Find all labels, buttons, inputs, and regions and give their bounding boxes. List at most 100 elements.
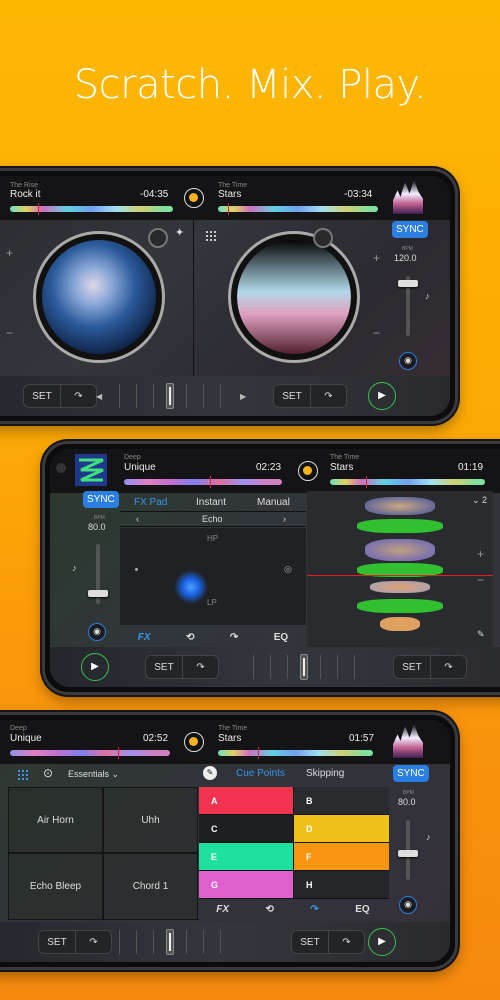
deck-left-waveform[interactable] bbox=[10, 750, 170, 756]
cue-jump-icon-left[interactable]: ↷ bbox=[182, 656, 218, 678]
set-button-right[interactable]: SET bbox=[292, 931, 328, 953]
crossfader-left-arrow[interactable]: ◀ bbox=[96, 392, 102, 401]
pitch-fader-knob[interactable] bbox=[398, 280, 418, 287]
cue-jump-icon-right[interactable]: ↷ bbox=[310, 385, 346, 407]
sample-pad[interactable]: Uhh bbox=[103, 787, 198, 853]
crossfader-right-arrow[interactable]: ▶ bbox=[240, 392, 246, 401]
center-record-button[interactable] bbox=[184, 188, 204, 208]
deck-right-waveform[interactable] bbox=[218, 206, 378, 212]
playhead bbox=[228, 203, 229, 215]
play-button[interactable]: ▶ bbox=[81, 653, 109, 681]
tonearm-right[interactable] bbox=[313, 228, 333, 248]
cue-jump-icon-right[interactable]: ↷ bbox=[328, 931, 364, 953]
pitch-fader-knob[interactable] bbox=[398, 850, 418, 857]
tab-cue-points[interactable]: Cue Points bbox=[236, 768, 285, 779]
effect-next-icon[interactable]: › bbox=[283, 514, 286, 524]
tonearm-left[interactable] bbox=[148, 228, 168, 248]
center-record-button[interactable] bbox=[184, 732, 204, 752]
tab-instant[interactable]: Instant bbox=[196, 497, 226, 508]
crossfader-knob[interactable] bbox=[300, 654, 308, 680]
jump-icon[interactable]: ↷ bbox=[230, 632, 238, 643]
playhead bbox=[258, 747, 259, 759]
keylock-icon[interactable]: ◉ bbox=[88, 623, 106, 641]
fx-touch-point[interactable] bbox=[174, 570, 208, 604]
sampler-bank-dropdown[interactable]: Essentials ⌄ bbox=[68, 769, 119, 780]
pitch-plus-right[interactable]: + bbox=[373, 251, 380, 265]
tab-manual[interactable]: Manual bbox=[257, 497, 290, 508]
edit-icon[interactable]: ✎ bbox=[477, 629, 485, 640]
cue-jump-icon-left[interactable]: ↷ bbox=[60, 385, 96, 407]
cue-pad-g[interactable]: G bbox=[199, 871, 294, 899]
sync-button[interactable]: SYNC bbox=[392, 221, 428, 238]
sync-button[interactable]: SYNC bbox=[83, 491, 119, 508]
music-note-icon[interactable]: ♪ bbox=[72, 563, 77, 573]
crossfader-knob[interactable] bbox=[166, 383, 174, 409]
zoom-level[interactable]: ⌄ 2 bbox=[472, 495, 487, 506]
set-button-left[interactable]: SET bbox=[146, 656, 182, 678]
fx-tab[interactable]: FX bbox=[138, 632, 151, 643]
scrolling-waveform[interactable]: ⌄ 2 + − ✎ bbox=[307, 491, 493, 647]
cue-set-group-left: SET ↷ bbox=[38, 930, 112, 954]
sample-pad[interactable]: Chord 1 bbox=[103, 853, 198, 920]
cue-pad-e[interactable]: E bbox=[199, 843, 294, 871]
eq-tab[interactable]: EQ bbox=[355, 904, 369, 915]
sampler-play-icon[interactable]: ⊙ bbox=[43, 766, 53, 780]
deck-right-waveform[interactable] bbox=[330, 479, 485, 485]
cue-pad-h[interactable]: H bbox=[294, 871, 389, 899]
eq-tab[interactable]: EQ bbox=[274, 632, 288, 643]
crossfader-tick bbox=[337, 655, 338, 679]
zoom-in-button[interactable]: + bbox=[477, 547, 484, 561]
cue-pad-c[interactable]: C bbox=[199, 815, 294, 843]
sampler-grid-icon[interactable] bbox=[18, 770, 28, 780]
turntable-left[interactable] bbox=[33, 231, 165, 363]
set-button-left[interactable]: SET bbox=[39, 931, 75, 953]
set-button-left[interactable]: SET bbox=[24, 385, 60, 407]
deck-left-waveform[interactable] bbox=[10, 206, 173, 212]
turntable-right[interactable] bbox=[228, 231, 360, 363]
cue-pad-b[interactable]: B bbox=[294, 787, 389, 815]
pitch-fader-knob[interactable] bbox=[88, 590, 108, 597]
tab-fx-pad[interactable]: FX Pad bbox=[134, 497, 167, 508]
play-button[interactable]: ▶ bbox=[368, 382, 396, 410]
grid-menu-icon[interactable] bbox=[206, 231, 216, 241]
fx-tab[interactable]: FX bbox=[216, 904, 229, 915]
cue-pad-f[interactable]: F bbox=[294, 843, 389, 871]
effect-prev-icon[interactable]: ‹ bbox=[136, 514, 139, 524]
album-art-mini bbox=[75, 454, 107, 486]
center-record-button[interactable] bbox=[298, 461, 318, 481]
keylock-icon[interactable]: ◉ bbox=[399, 352, 417, 370]
phone-fx-view: Deep Unique 02:23 The Time Stars 01:19 S… bbox=[42, 441, 500, 695]
deck-left-time: 02:52 bbox=[143, 733, 169, 744]
cue-set-group-right: SET ↷ bbox=[273, 384, 347, 408]
deck-right-waveform[interactable] bbox=[218, 750, 373, 756]
edit-cues-icon[interactable]: ✎ bbox=[203, 766, 217, 780]
loop-icon[interactable]: ⟲ bbox=[186, 632, 194, 643]
deck-left-time: -04:35 bbox=[140, 189, 169, 200]
cue-jump-icon-right[interactable]: ↷ bbox=[430, 656, 466, 678]
cue-pad-a[interactable]: A bbox=[199, 787, 294, 815]
music-note-icon[interactable]: ♪ bbox=[425, 291, 430, 301]
set-button-right[interactable]: SET bbox=[274, 385, 310, 407]
fx-xy-pad[interactable]: HP LP ◎ bbox=[120, 528, 306, 625]
sample-pad[interactable]: Air Horn bbox=[8, 787, 103, 853]
crossfader-knob[interactable] bbox=[166, 929, 174, 955]
pad-target-icon[interactable]: ◎ bbox=[284, 564, 292, 575]
music-note-icon[interactable]: ♪ bbox=[426, 832, 431, 842]
pitch-minus-left[interactable]: − bbox=[6, 326, 13, 340]
waveform-view-icon[interactable]: ✦ bbox=[175, 226, 184, 239]
jump-icon[interactable]: ↷ bbox=[310, 904, 318, 915]
zoom-out-button[interactable]: − bbox=[477, 573, 484, 587]
deck-left-waveform[interactable] bbox=[124, 479, 282, 485]
sample-pad[interactable]: Echo Bleep bbox=[8, 853, 103, 920]
cue-pad-d[interactable]: D bbox=[294, 815, 389, 843]
sync-button[interactable]: SYNC bbox=[393, 765, 429, 782]
loop-icon[interactable]: ⟲ bbox=[266, 904, 274, 915]
cue-jump-icon-left[interactable]: ↷ bbox=[75, 931, 111, 953]
keylock-icon[interactable]: ◉ bbox=[399, 896, 417, 914]
pitch-minus-right[interactable]: − bbox=[373, 326, 380, 340]
play-button[interactable]: ▶ bbox=[368, 928, 396, 956]
cue-set-group-right: SET ↷ bbox=[291, 930, 365, 954]
set-button-right[interactable]: SET bbox=[394, 656, 430, 678]
pitch-plus-left[interactable]: + bbox=[6, 246, 13, 260]
tab-skipping[interactable]: Skipping bbox=[306, 768, 344, 779]
